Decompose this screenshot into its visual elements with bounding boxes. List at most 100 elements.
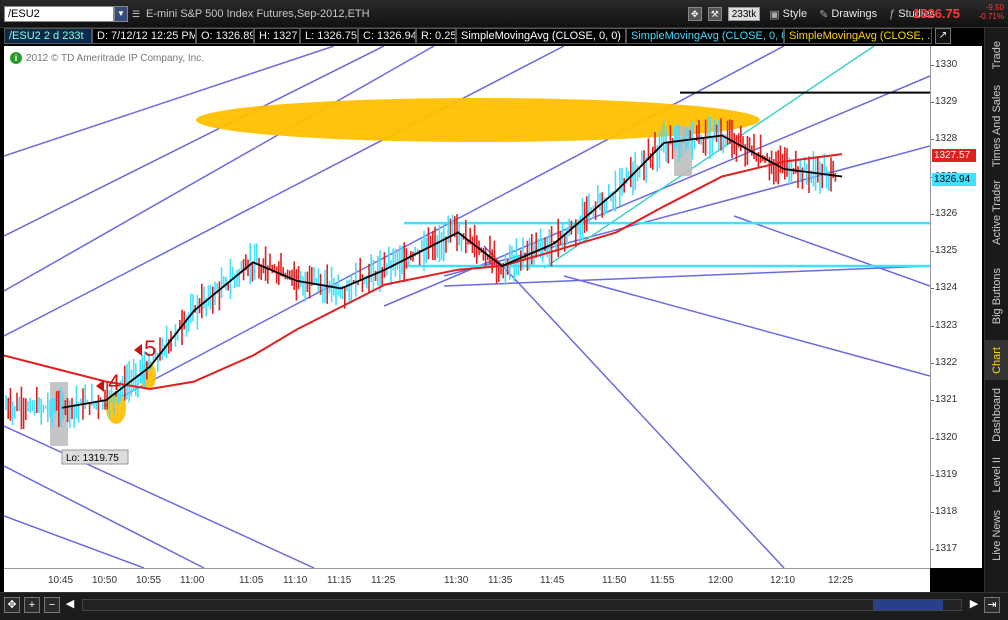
scroll-end-icon[interactable]: ⇥ [984, 597, 1000, 613]
side-tab-label: Live News [991, 509, 1003, 561]
study-sma-3[interactable]: SimpleMovingAvg (CLOSE, ... [784, 28, 932, 44]
side-tab-dashboard[interactable]: Dashboard [985, 382, 1008, 448]
wave-arrow-icon [96, 380, 104, 392]
bar-open: O: 1326.89 [196, 28, 254, 44]
price-tick-label: 1325 [935, 245, 958, 257]
time-tick-label: 11:25 [371, 575, 396, 586]
price-tick-mark [931, 101, 934, 103]
bar-close: C: 1326.94 [358, 28, 416, 44]
side-tab-times-and-sales[interactable]: Times And Sales [985, 82, 1008, 170]
trendline [4, 46, 565, 337]
instrument-description: E-mini S&P 500 Index Futures,Sep-2012,ET… [146, 8, 370, 20]
expand-icon[interactable]: ↗ [935, 28, 951, 44]
price-chart[interactable]: 4 5 Lo: 1319.75 i 2012 © TD Ameritrade IP … [4, 46, 930, 568]
chart-canvas[interactable]: 45 Lo: 1319.75 [4, 46, 930, 568]
price-tick-mark [931, 362, 934, 364]
side-tab-big-buttons[interactable]: Big Buttons [985, 254, 1008, 338]
price-tick-label: 1329 [935, 95, 958, 107]
side-tab-label: Dashboard [991, 388, 1003, 442]
net-change-percent: -0.71% [978, 12, 1004, 21]
zoom-out-icon[interactable]: − [44, 597, 60, 613]
price-tick-label: 1318 [935, 506, 958, 518]
info-icon[interactable]: i [10, 52, 22, 64]
price-tick-label: 1322 [935, 356, 958, 368]
menu-icon[interactable]: ☰ [130, 6, 142, 22]
symbol-period[interactable]: /ESU2 2 d 233t [4, 28, 92, 44]
drawings-button[interactable]: ✎ Drawings [816, 5, 880, 23]
time-tick-label: 11:35 [488, 575, 513, 586]
time-tick-label: 10:50 [92, 575, 118, 586]
style-icon: ▣ [769, 8, 780, 21]
zoom-in-icon[interactable]: + [24, 597, 40, 613]
time-tick-label: 12:00 [708, 575, 734, 586]
bar-high: H: 1327 [254, 28, 300, 44]
symbol-dropdown-icon[interactable]: ▼ [114, 6, 128, 22]
symbol-input[interactable]: /ESU2 [4, 6, 114, 22]
price-tick-label: 1317 [935, 543, 958, 555]
bar-date: D: 7/12/12 12:25 PM [92, 28, 196, 44]
wrench-icon[interactable]: ⚒ [707, 7, 722, 21]
time-tick-label: 11:45 [540, 575, 565, 586]
price-tick-mark [931, 288, 934, 290]
price-tick-mark [931, 400, 934, 402]
price-label-sma: 1327.57 [932, 149, 976, 163]
trendline [4, 425, 315, 568]
wave-label-5: 5 [144, 336, 156, 361]
price-tick-label: 1323 [935, 319, 958, 331]
drawings-label: Drawings [831, 8, 878, 20]
scrollbar-thumb[interactable] [873, 600, 943, 610]
scroll-right-icon[interactable]: ▶ [966, 597, 982, 613]
trendline [4, 46, 385, 237]
price-tick-label: 1324 [935, 282, 958, 294]
price-tick-label: 1328 [935, 133, 958, 145]
side-tab-trade[interactable]: Trade [985, 30, 1008, 80]
last-price: 1326.75 [913, 6, 960, 21]
bottom-bar: ✥ + − ◀ ▶ ⇥ [0, 592, 1008, 620]
trendline [483, 245, 785, 568]
copyright-text: 2012 © TD Ameritrade IP Company, Inc. [26, 52, 205, 64]
net-change-value: -9.50 [985, 3, 1004, 12]
study-sma-2[interactable]: SimpleMovingAvg (CLOSE, 0, 0) [626, 28, 784, 44]
price-axis[interactable]: 1330132913281327132613251324132313221321… [930, 46, 982, 568]
pencil-icon: ✎ [819, 8, 829, 21]
trendline [4, 46, 435, 292]
price-tick-mark [931, 549, 934, 551]
net-change: -9.50 -0.71% [979, 3, 1004, 21]
price-tick-mark [931, 213, 934, 215]
time-tick-label: 11:30 [444, 575, 469, 586]
aggregation-badge[interactable]: 233tk [727, 7, 761, 21]
side-tab-active-trader[interactable]: Active Trader [985, 172, 1008, 252]
side-tab-label: Chart [991, 346, 1003, 374]
price-tick-mark [931, 251, 934, 253]
study-sma-1[interactable]: SimpleMovingAvg (CLOSE, 0, 0) [456, 28, 626, 44]
time-axis[interactable]: 10:45 10:50 10:55 11:00 11:05 11:10 11:15 11:25… [4, 568, 930, 592]
time-tick-label: 11:55 [650, 575, 675, 586]
time-tick-label: 10:55 [136, 575, 162, 586]
chart-info-bar: /ESU2 2 d 233t D: 7/12/12 12:25 PM O: 13… [4, 28, 932, 44]
bar-range: R: 0.25 [416, 28, 456, 44]
price-tick-mark [931, 64, 934, 66]
time-tick-label: 11:15 [327, 575, 352, 586]
wave-label-4: 4 [108, 370, 120, 395]
side-tab-level-ii[interactable]: Level II [985, 450, 1008, 500]
time-scrollbar[interactable] [82, 599, 962, 611]
time-tick-label: 11:00 [180, 575, 205, 586]
studies-icon: ƒ [889, 8, 896, 20]
copyright: i 2012 © TD Ameritrade IP Company, Inc. [10, 52, 204, 64]
scroll-left-icon[interactable]: ◀ [62, 597, 78, 613]
chart-toolbar: /ESU2 ▼ ☰ E-mini S&P 500 Index Futures,S… [0, 0, 1008, 28]
trendline [733, 215, 930, 287]
side-tab-bar: Trade Times And Sales Active Trader Big But… [984, 28, 1008, 594]
time-tick-label: 11:50 [602, 575, 627, 586]
side-tab-chart[interactable]: Chart [985, 340, 1008, 380]
bar-low: L: 1326.75 [300, 28, 358, 44]
side-tab-label: Trade [991, 40, 1003, 70]
price-tick-mark [931, 512, 934, 514]
crosshair-icon[interactable]: ✥ [687, 7, 702, 21]
style-label: Style [782, 8, 808, 20]
style-button[interactable]: ▣ Style [766, 5, 810, 23]
side-tab-label: Times And Sales [991, 84, 1003, 168]
price-tick-label: 1326 [935, 207, 958, 219]
pan-icon[interactable]: ✥ [4, 597, 20, 613]
side-tab-live-news[interactable]: Live News [985, 502, 1008, 568]
